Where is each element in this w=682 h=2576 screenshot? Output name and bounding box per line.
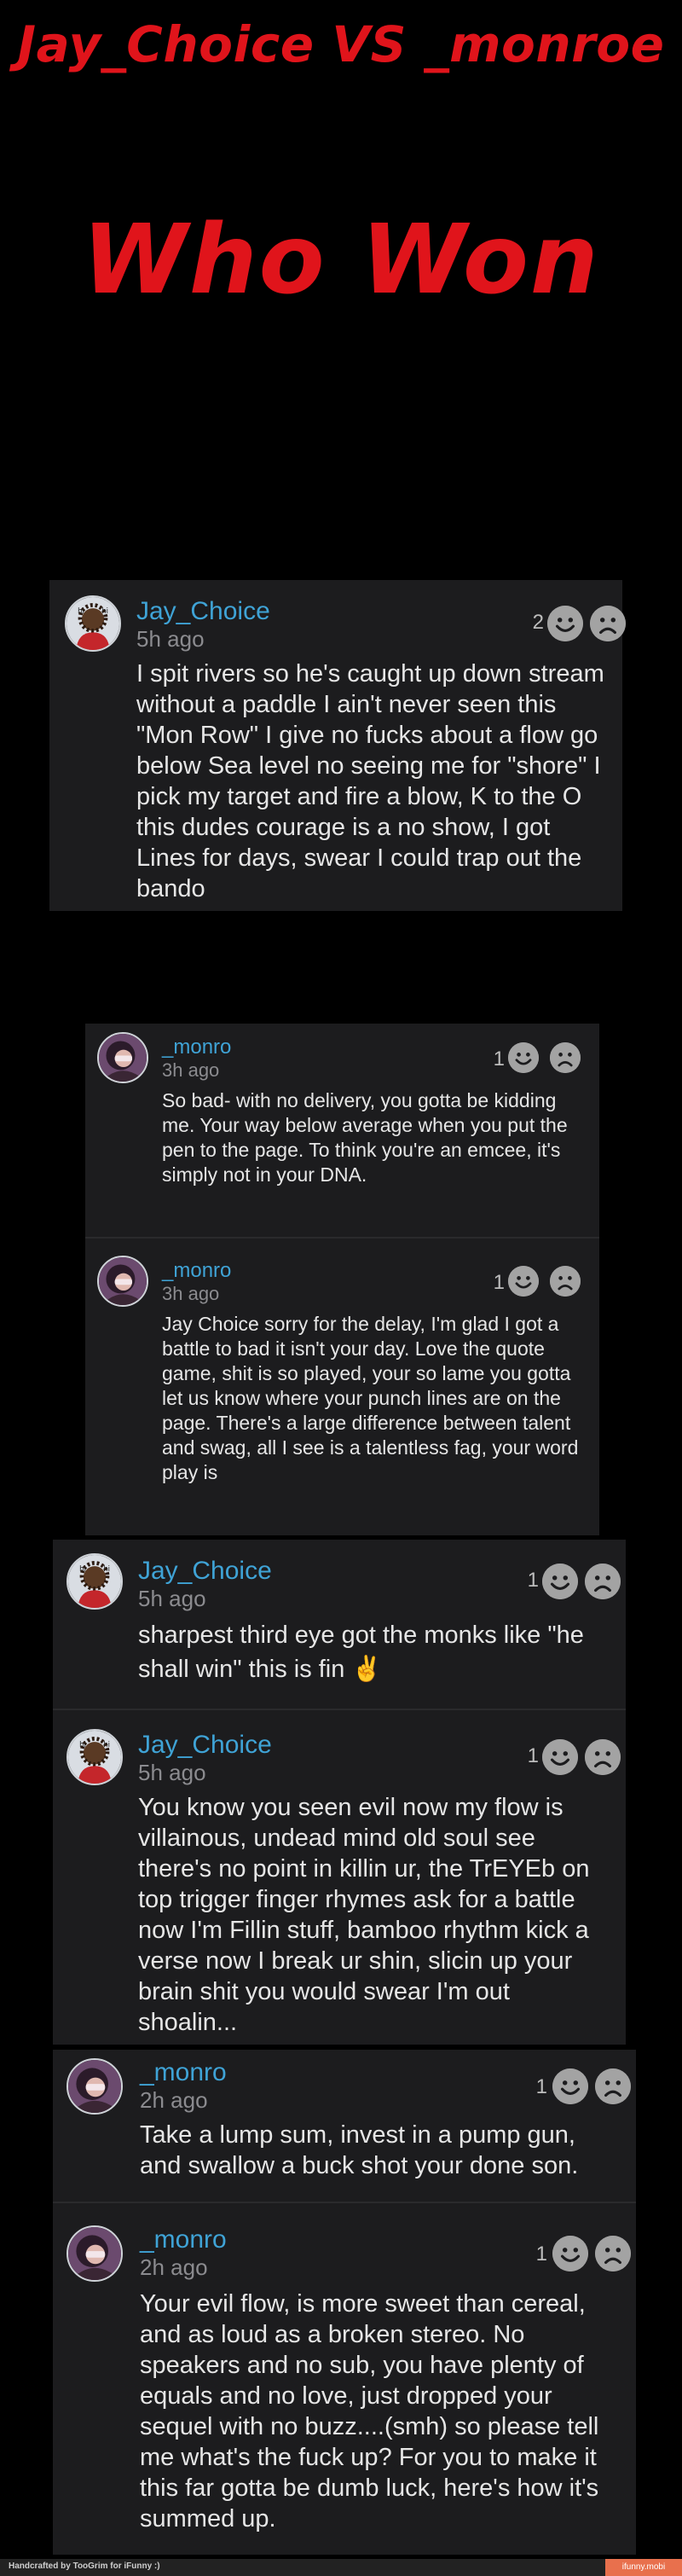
comment: _monro 3h ago 1 Jay Choice sorry for the… (85, 1239, 599, 1535)
comment: _monro 2h ago 1 Take a lump sum, invest … (53, 2050, 636, 2202)
like-count: 1 (493, 1271, 505, 1294)
avatar[interactable]: hi hi (65, 595, 121, 652)
like-count: 2 (532, 611, 544, 634)
avatar[interactable] (97, 1256, 148, 1307)
avatar[interactable] (97, 1032, 148, 1083)
footer-credit: Handcrafted by TooGrim for iFunny :) (9, 2561, 160, 2571)
avatar[interactable] (66, 2225, 123, 2282)
comment-username[interactable]: Jay_Choice (138, 1731, 272, 1760)
frown-icon[interactable] (595, 2068, 631, 2104)
comment-timestamp: 5h ago (138, 1586, 206, 1611)
smile-icon[interactable] (552, 2068, 588, 2104)
smile-icon[interactable] (542, 1564, 578, 1599)
smile-icon[interactable] (508, 1042, 539, 1073)
comment-timestamp: 2h ago (140, 2087, 208, 2113)
comment-text: Your evil flow, is more sweet than cerea… (140, 2290, 599, 2532)
footer-bar: Handcrafted by TooGrim for iFunny :) ifu… (0, 2559, 682, 2576)
comment-timestamp: 3h ago (162, 1059, 220, 1081)
page-title: Jay_Choice VS _monroe (17, 15, 665, 73)
frown-icon[interactable] (585, 1739, 621, 1775)
avatar[interactable]: hi hi (66, 1553, 123, 1610)
comment-text: So bad- with no delivery, you gotta be k… (162, 1089, 568, 1186)
smile-icon[interactable] (508, 1266, 539, 1297)
comment-text: Jay Choice sorry for the delay, I'm glad… (162, 1313, 579, 1483)
svg-text:hi: hi (103, 1740, 110, 1749)
avatar[interactable] (66, 2058, 123, 2115)
frown-icon[interactable] (585, 1564, 621, 1599)
smile-icon[interactable] (542, 1739, 578, 1775)
like-count: 1 (527, 1744, 539, 1767)
like-count: 1 (493, 1047, 505, 1070)
comment-card: hi hi Jay_Choice 5h ago 1 sharpest third … (53, 1540, 626, 2045)
comment: hi hi Jay_Choice 5h ago 1 You know you se… (53, 1710, 626, 2045)
comment-text: sharpest third eye got the monks like "h… (138, 1622, 584, 1683)
svg-text:hi: hi (103, 1564, 110, 1573)
comment-card: _monro 2h ago 1 Take a lump sum, invest … (53, 2050, 636, 2555)
frown-icon[interactable] (595, 2236, 631, 2271)
like-count: 1 (535, 2075, 547, 2098)
smile-icon[interactable] (552, 2236, 588, 2271)
comment-card: _monro 3h ago 1 So bad- with no delivery… (85, 1024, 599, 1535)
comment-text: Take a lump sum, invest in a pump gun, a… (140, 2121, 579, 2179)
comment-username[interactable]: _monro (162, 1036, 231, 1059)
brand-watermark[interactable]: ifunny.mobi (605, 2559, 682, 2576)
comment-timestamp: 5h ago (138, 1760, 206, 1785)
frown-icon[interactable] (550, 1042, 581, 1073)
svg-text:hi: hi (79, 1564, 86, 1573)
avatar[interactable]: hi hi (66, 1729, 123, 1785)
comment-timestamp: 2h ago (140, 2254, 208, 2280)
comment-username[interactable]: Jay_Choice (138, 1557, 272, 1586)
comment: _monro 3h ago 1 So bad- with no delivery… (85, 1024, 599, 1239)
comment-text: I spit rivers so he's caught up down str… (136, 660, 604, 902)
comment-username[interactable]: _monro (140, 2225, 227, 2254)
comment-text: You know you seen evil now my flow is vi… (138, 1794, 590, 2036)
comment: _monro 2h ago 1 Your evil flow, is more … (53, 2203, 636, 2555)
comment: hi hi Jay_Choice 5h ago 2 I spit rivers s… (49, 580, 626, 911)
comment-card: hi hi Jay_Choice 5h ago 2 I spit rivers s… (49, 580, 626, 911)
like-count: 1 (535, 2242, 547, 2266)
comment: hi hi Jay_Choice 5h ago 1 sharpest third … (53, 1540, 626, 1709)
page-subtitle: Who Won (82, 205, 600, 316)
comment-username[interactable]: _monro (162, 1259, 231, 1283)
svg-text:hi: hi (101, 606, 108, 615)
like-count: 1 (527, 1569, 539, 1592)
frown-icon[interactable] (550, 1266, 581, 1297)
comment-timestamp: 5h ago (136, 626, 205, 652)
smile-icon[interactable] (547, 606, 583, 641)
frown-icon[interactable] (590, 606, 626, 641)
comment-timestamp: 3h ago (162, 1283, 220, 1304)
svg-text:hi: hi (79, 1740, 86, 1749)
comment-username[interactable]: _monro (140, 2058, 227, 2087)
comment-username[interactable]: Jay_Choice (136, 597, 270, 626)
svg-text:hi: hi (78, 606, 84, 615)
